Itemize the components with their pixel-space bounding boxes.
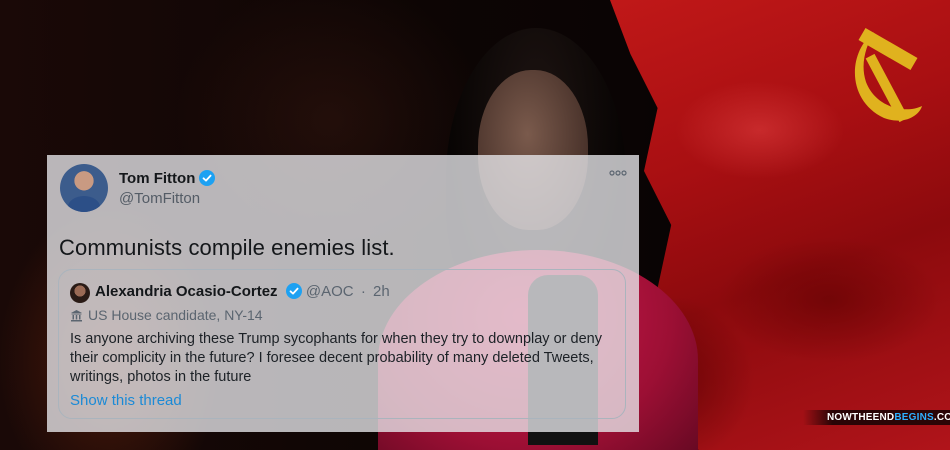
quoted-label-text: US House candidate, NY-14 [88, 307, 263, 323]
author-name[interactable]: Tom Fitton [119, 170, 195, 187]
verified-badge-icon [285, 283, 302, 299]
government-building-icon [71, 310, 82, 322]
watermark-part-3: .COM [933, 412, 950, 423]
show-thread-link[interactable]: Show this thread [70, 392, 182, 409]
quoted-header: Alexandria Ocasio-Cortez @AOC · 2h [95, 283, 390, 300]
site-watermark: NOWTHEENDBEGINS.COM [803, 410, 950, 425]
quoted-timestamp[interactable]: 2h [373, 283, 390, 300]
author-handle[interactable]: @TomFitton [119, 190, 200, 207]
quoted-tweet-text: Is anyone archiving these Trump sycophan… [70, 331, 602, 385]
quoted-tweet[interactable]: Alexandria Ocasio-Cortez @AOC · 2h US Ho… [58, 269, 626, 419]
tweet-author[interactable]: Tom Fitton [119, 170, 216, 187]
quoted-account-label: US House candidate, NY-14 [70, 307, 263, 323]
more-options-icon[interactable] [609, 169, 627, 177]
quoted-author-name[interactable]: Alexandria Ocasio-Cortez [95, 283, 278, 300]
quoted-separator: · [360, 283, 366, 300]
tweet-text: Communists compile enemies list. [59, 235, 395, 260]
hammer-and-sickle-icon [854, 27, 922, 123]
tweet-card: Tom Fitton @TomFitton Communists compile… [47, 155, 639, 432]
quoted-author-handle[interactable]: @AOC [306, 283, 354, 300]
watermark-part-1: NOWTHEEND [827, 412, 895, 423]
quoted-avatar[interactable] [70, 283, 90, 303]
avatar[interactable] [60, 164, 108, 212]
verified-badge-icon [199, 170, 216, 186]
watermark-part-2: BEGINS [894, 412, 934, 423]
